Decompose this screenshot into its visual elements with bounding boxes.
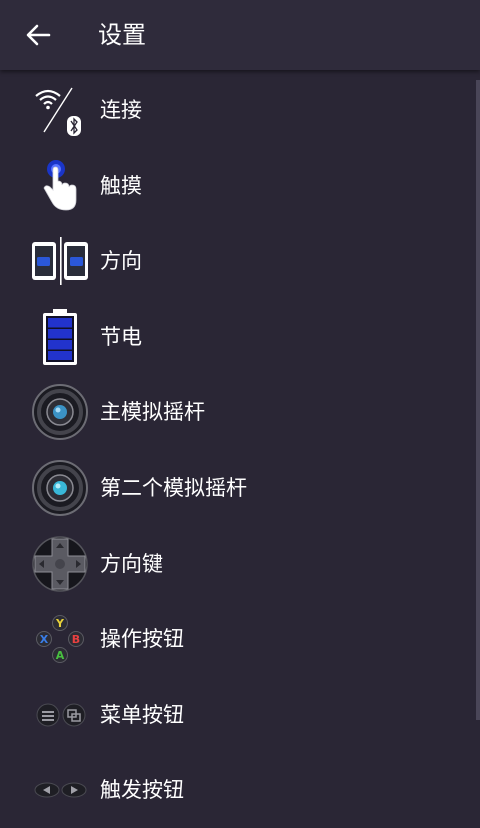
settings-item-label: 节电 — [100, 324, 142, 349]
settings-item-label: 方向键 — [100, 551, 163, 576]
settings-item-trigger-buttons[interactable]: 触发按钮 — [0, 752, 480, 828]
joystick-icon — [30, 384, 90, 441]
settings-list: 连接 触摸 方向 节电 主模拟摇杆 第二个模拟摇杆 方向键 Y X B A 操作… — [0, 72, 480, 828]
svg-text:A: A — [56, 649, 65, 662]
settings-item-action-buttons[interactable]: Y X B A 操作按钮 — [0, 601, 480, 677]
settings-item-label: 触发按钮 — [100, 778, 184, 803]
svg-text:Y: Y — [55, 617, 65, 630]
svg-text:X: X — [40, 633, 49, 646]
settings-item-power[interactable]: 节电 — [0, 299, 480, 375]
settings-item-main-stick[interactable]: 主模拟摇杆 — [0, 374, 480, 450]
scrollbar-thumb[interactable] — [476, 80, 480, 720]
settings-item-label: 连接 — [100, 98, 142, 122]
menu-buttons-icon — [30, 687, 90, 743]
back-button[interactable] — [18, 17, 58, 53]
settings-item-label: 方向 — [100, 249, 142, 274]
app-bar: 设置 — [0, 0, 480, 70]
settings-item-menu-buttons[interactable]: 菜单按钮 — [0, 677, 480, 753]
battery-icon — [30, 308, 90, 365]
settings-item-connection[interactable]: 连接 — [0, 72, 480, 148]
settings-item-orientation[interactable]: 方向 — [0, 223, 480, 299]
settings-item-label: 操作按钮 — [100, 627, 184, 652]
settings-item-label: 主模拟摇杆 — [100, 400, 205, 425]
touch-hand-icon — [30, 158, 90, 214]
settings-item-second-stick[interactable]: 第二个模拟摇杆 — [0, 450, 480, 526]
dpad-icon — [30, 535, 90, 592]
settings-item-label: 菜单按钮 — [100, 702, 184, 727]
joystick-icon — [30, 459, 90, 516]
trigger-buttons-icon — [30, 762, 90, 818]
wifi-bluetooth-icon — [30, 82, 90, 138]
arrow-left-icon — [26, 24, 51, 46]
action-buttons-icon: Y X B A — [30, 611, 90, 667]
svg-text:B: B — [72, 633, 80, 646]
settings-item-label: 触摸 — [100, 173, 142, 198]
settings-item-dpad[interactable]: 方向键 — [0, 526, 480, 602]
orientation-phones-icon — [30, 233, 90, 289]
page-title: 设置 — [98, 21, 146, 49]
settings-item-touch[interactable]: 触摸 — [0, 148, 480, 224]
settings-item-label: 第二个模拟摇杆 — [100, 475, 247, 500]
